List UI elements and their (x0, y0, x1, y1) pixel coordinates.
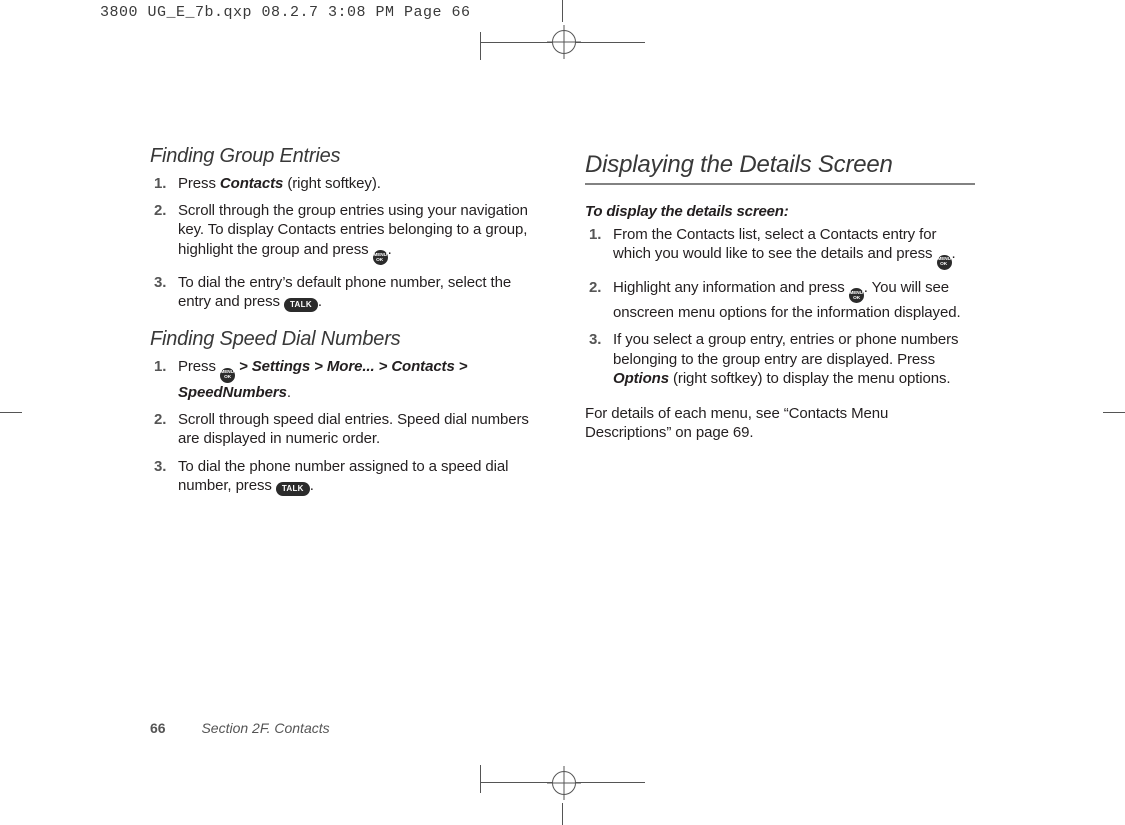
step-text: Scroll through the group entries using y… (178, 202, 528, 257)
section-label: Section 2F. Contacts (201, 720, 329, 736)
page-footer: 66 Section 2F. Contacts (150, 720, 330, 736)
crop-tick-left (0, 412, 22, 413)
step-text: If you select a group entry, entries or … (613, 331, 958, 367)
step: Scroll through speed dial entries. Speed… (150, 410, 540, 448)
step-text: Press (178, 358, 220, 375)
menu-ok-icon: MENUOK (373, 250, 388, 265)
ui-label: Contacts (220, 175, 283, 192)
step-text: . (318, 293, 322, 310)
step: From the Contacts list, select a Contact… (585, 225, 975, 270)
paragraph: For details of each menu, see “Contacts … (585, 404, 975, 442)
crop-tick-right (1103, 412, 1125, 413)
menu-ok-icon: MENUOK (220, 368, 235, 383)
step-text: From the Contacts list, select a Contact… (613, 226, 937, 262)
lead-in: To display the details screen: (585, 203, 975, 220)
menu-ok-icon: MENUOK (937, 255, 952, 270)
step-text: To dial the entry’s default phone number… (178, 274, 511, 310)
step-text: Highlight any information and press (613, 279, 849, 296)
ui-label: Options (613, 370, 669, 387)
step-text: . (952, 245, 956, 262)
heading-finding-group-entries: Finding Group Entries (150, 145, 540, 168)
menu-ok-icon: MENUOK (849, 288, 864, 303)
step-text: Press (178, 175, 220, 192)
heading-displaying-details: Displaying the Details Screen (585, 151, 975, 185)
registration-mark-bottom (0, 765, 1125, 825)
step-text: To dial the phone number assigned to a s… (178, 458, 508, 494)
steps-finding-speed: Press MENUOK > Settings > More... > Cont… (150, 357, 540, 495)
step-text: . (388, 241, 392, 258)
step: Press Contacts (right softkey). (150, 174, 540, 193)
step: Press MENUOK > Settings > More... > Cont… (150, 357, 540, 402)
steps-finding-group: Press Contacts (right softkey). Scroll t… (150, 174, 540, 312)
right-column: Displaying the Details Screen To display… (585, 145, 975, 512)
step: If you select a group entry, entries or … (585, 330, 975, 388)
talk-key-icon: TALK (276, 482, 310, 496)
step-text: . (310, 477, 314, 494)
talk-key-icon: TALK (284, 298, 318, 312)
step: To dial the entry’s default phone number… (150, 273, 540, 312)
prepress-header: 3800 UG_E_7b.qxp 08.2.7 3:08 PM Page 66 (100, 4, 471, 21)
page-number: 66 (150, 720, 166, 736)
left-column: Finding Group Entries Press Contacts (ri… (150, 145, 540, 512)
step: Highlight any information and press MENU… (585, 278, 975, 323)
step-text: (right softkey). (283, 175, 381, 192)
step-text: (right softkey) to display the menu opti… (669, 370, 950, 387)
heading-finding-speed-dial: Finding Speed Dial Numbers (150, 328, 540, 351)
page-body: Finding Group Entries Press Contacts (ri… (150, 145, 975, 512)
step-text: Scroll through speed dial entries. Speed… (178, 411, 529, 447)
step: Scroll through the group entries using y… (150, 201, 540, 265)
steps-display-details: From the Contacts list, select a Contact… (585, 225, 975, 388)
step-text: . (287, 384, 291, 401)
step: To dial the phone number assigned to a s… (150, 457, 540, 496)
